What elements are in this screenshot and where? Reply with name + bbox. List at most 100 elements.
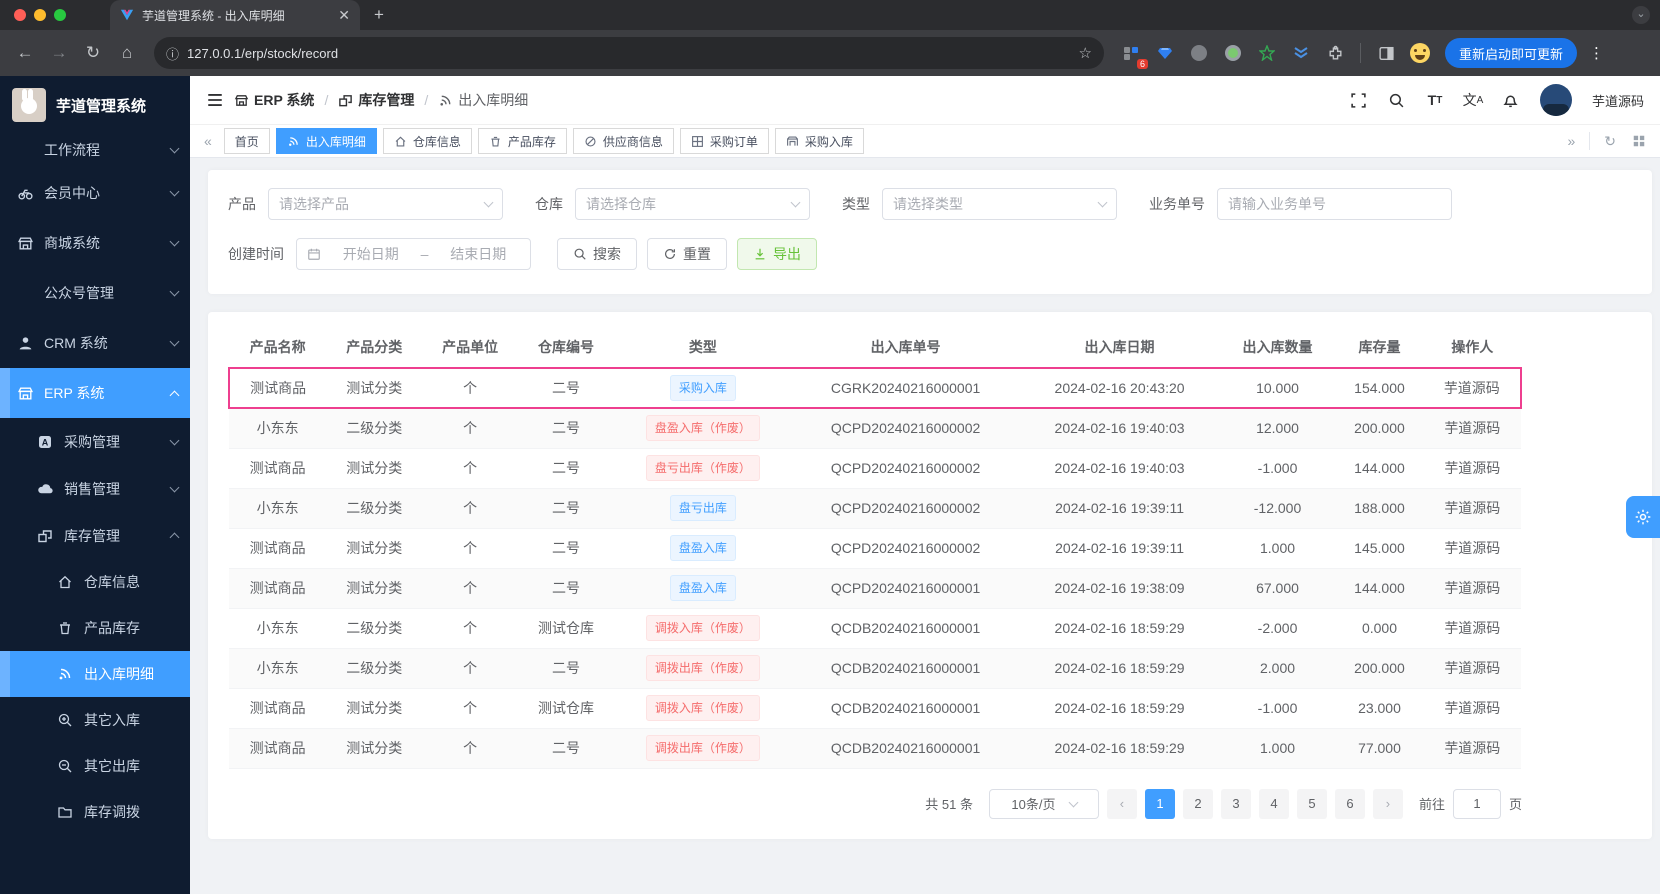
page-header: ERP 系统 / 库存管理 / 出入库明细 TT 文A 芋道源码 [190,76,1660,124]
side-panel-icon[interactable] [1373,40,1399,66]
font-size-icon[interactable]: TT [1426,91,1444,109]
breadcrumb-erp[interactable]: ERP 系统 [234,90,314,110]
sidebar-item-other-in[interactable]: 其它入库 [0,697,190,743]
breadcrumb-stock-record: 出入库明细 [438,90,528,110]
cell-product: 测试商品 [229,528,327,569]
tab-warehouse-info[interactable]: 仓库信息 [382,128,472,154]
page-size-select[interactable]: 10条/页 [988,788,1099,819]
tab-supplier-info[interactable]: 供应商信息 [572,128,674,154]
notification-bell-icon[interactable] [1502,91,1520,109]
sidebar-item-stock-move[interactable]: 库存调拨 [0,789,190,835]
date-range-picker[interactable]: 开始日期 – 结束日期 [296,238,531,270]
breadcrumb-stock-mgmt[interactable]: 库存管理 [338,90,414,110]
search-icon[interactable] [1388,91,1406,109]
page-button-2[interactable]: 2 [1182,788,1213,819]
tags-refresh-icon[interactable]: ↻ [1598,133,1622,150]
close-window-button[interactable] [14,9,26,21]
extension-dark-circle-icon[interactable] [1186,40,1212,66]
warehouse-filter-label: 仓库 [535,196,563,212]
theme-settings-button[interactable] [1626,496,1660,538]
translate-icon[interactable]: 文A [1463,91,1484,109]
sidebar-item-crm-system[interactable]: CRM 系统 [0,318,190,368]
letter-a-icon: A [36,434,54,450]
new-tab-button[interactable]: + [374,5,384,25]
cell-type: 盘盈入库 [613,528,792,569]
browser-menu-icon[interactable]: ⋮ [1589,44,1604,62]
bizno-input[interactable] [1228,196,1441,212]
reset-button[interactable]: 重置 [647,238,727,270]
back-icon[interactable]: ← [10,38,40,68]
app-logo[interactable]: 芋道管理系统 [0,76,190,132]
goto-page-input[interactable] [1452,788,1501,819]
export-button[interactable]: 导出 [737,238,817,270]
created-filter-label: 创建时间 [228,246,284,262]
prev-page-button[interactable]: ‹ [1106,788,1137,819]
sidebar-item-other-out[interactable]: 其它出库 [0,743,190,789]
house-icon [394,135,407,148]
tab-search-icon[interactable]: ⌄ [1632,6,1650,24]
sidebar-item-purchase-mgmt[interactable]: A 采购管理 [0,418,190,465]
forward-icon[interactable]: → [44,38,74,68]
cell-type: 调拨入库（作废） [613,608,792,649]
tags-scroll-left-icon[interactable]: « [198,133,218,149]
collapse-sidebar-icon[interactable] [206,91,224,109]
tab-stock-record[interactable]: 出入库明细 [275,128,377,154]
tab-product-stock[interactable]: 产品库存 [477,128,567,154]
page-button-1[interactable]: 1 [1144,788,1175,819]
tab-purchase-in[interactable]: 采购入库 [774,128,864,154]
sidebar-item-erp-system[interactable]: ERP 系统 [0,368,190,418]
tags-menu-icon[interactable] [1626,134,1652,148]
signal-icon [56,666,74,682]
zoom-window-button[interactable] [54,9,66,21]
sidebar-item-mall-system[interactable]: 商城系统 [0,218,190,268]
table-row: 测试商品 测试分类 个 二号 盘盈入库 QCPD20240216000002 2… [229,528,1521,569]
next-page-button[interactable]: › [1372,788,1403,819]
sidebar-item-workflow[interactable]: 工作流程 [0,132,190,168]
extension-star-icon[interactable] [1254,40,1280,66]
close-tab-icon[interactable]: ✕ [338,7,350,24]
extension-tampermonkey-icon[interactable]: 6 [1118,40,1148,69]
extensions-puzzle-icon[interactable] [1322,40,1348,66]
home-icon[interactable]: ⌂ [112,38,142,68]
page-button-3[interactable]: 3 [1220,788,1251,819]
profile-avatar-icon[interactable] [1407,40,1433,66]
sidebar-item-sales-mgmt[interactable]: 销售管理 [0,465,190,512]
bookmark-star-icon[interactable]: ☆ [1079,44,1092,62]
minimize-window-button[interactable] [34,9,46,21]
address-bar[interactable]: ⓘ 127.0.0.1/erp/stock/record ☆ [154,37,1104,69]
extension-gem-icon[interactable] [1152,40,1178,66]
site-info-icon[interactable]: ⓘ [166,44,179,63]
download-icon [753,247,767,261]
extension-chevrons-icon[interactable] [1288,40,1314,66]
tab-purchase-order[interactable]: 采购订单 [679,128,769,154]
browser-tab[interactable]: 芋道管理系统 - 出入库明细 ✕ [110,0,360,30]
tags-scroll-right-icon[interactable]: » [1561,133,1581,149]
cell-unit: 个 [422,488,519,529]
fullscreen-icon[interactable] [1350,91,1368,109]
cell-type: 盘亏出库 [613,488,792,529]
reload-icon[interactable]: ↻ [78,38,108,68]
tab-home[interactable]: 首页 [223,128,270,154]
page-button-5[interactable]: 5 [1296,788,1327,819]
type-select[interactable]: 请选择类型 [882,188,1117,220]
warehouse-select[interactable]: 请选择仓库 [575,188,810,220]
cell-operator: 芋道源码 [1423,608,1521,649]
sidebar-item-member-center[interactable]: 会员中心 [0,168,190,218]
sidebar-item-warehouse-info[interactable]: 仓库信息 [0,559,190,605]
cell-order-no: CGRK20240216000001 [791,367,1020,409]
page-button-4[interactable]: 4 [1258,788,1289,819]
user-avatar[interactable] [1539,84,1572,116]
sidebar-item-product-stock[interactable]: 产品库存 [0,605,190,651]
sidebar-item-stock-mgmt[interactable]: 库存管理 [0,512,190,559]
product-select[interactable]: 请选择产品 [268,188,503,220]
sidebar-item-stock-record[interactable]: 出入库明细 [0,651,190,697]
cell-order-no: QCDB20240216000001 [791,648,1020,689]
browser-update-button[interactable]: 重新启动即可更新 [1445,38,1578,68]
cell-type: 盘盈入库（作废） [613,408,792,449]
window-controls[interactable] [14,9,66,21]
sidebar-item-official-account[interactable]: 公众号管理 [0,268,190,318]
page-button-6[interactable]: 6 [1334,788,1365,819]
search-button[interactable]: 搜索 [557,238,637,270]
extension-green-circle-icon[interactable] [1220,40,1246,66]
cell-date: 2024-02-16 18:59:29 [1019,648,1220,689]
